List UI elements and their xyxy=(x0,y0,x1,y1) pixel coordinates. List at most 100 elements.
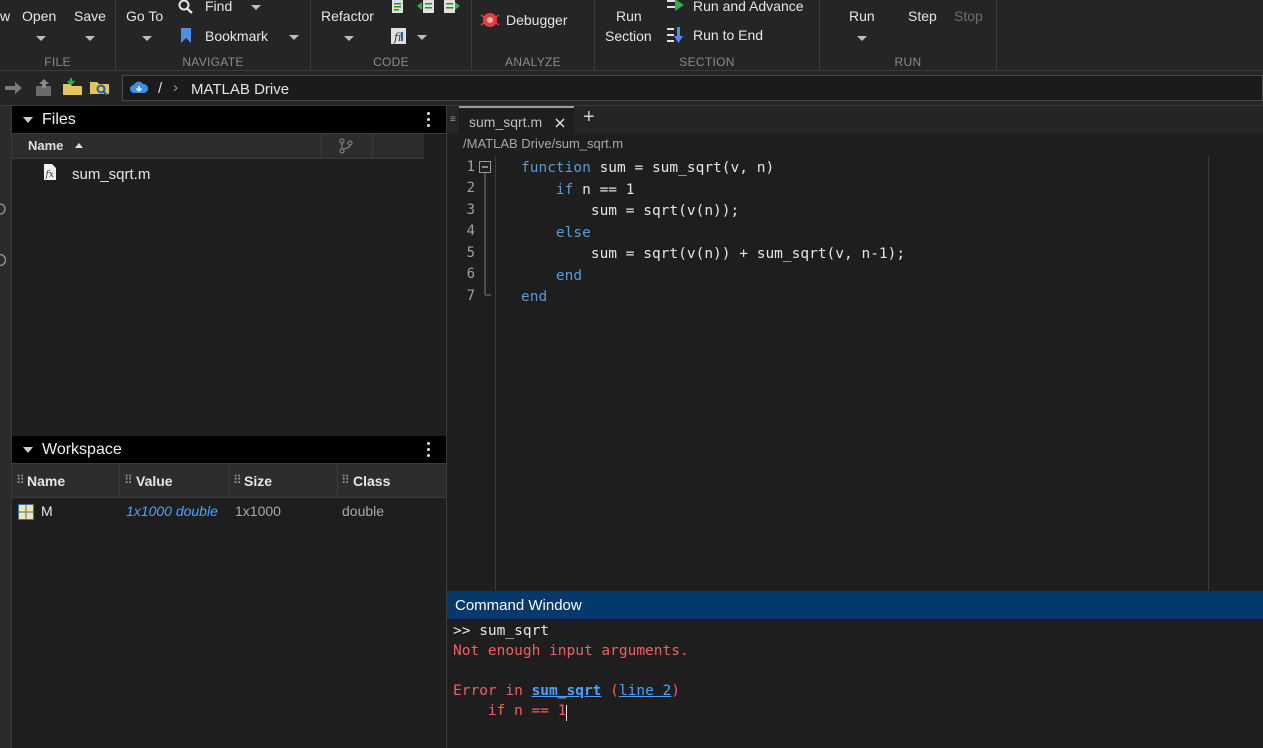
code-text: sum = sqrt(v(n)); xyxy=(590,203,740,219)
right-margin-line xyxy=(1208,156,1209,590)
code-keyword: function xyxy=(521,160,591,176)
add-tab-button[interactable]: + xyxy=(583,106,595,129)
indent-icon[interactable] xyxy=(417,0,435,14)
files-panel-header: Files xyxy=(12,106,446,134)
files-column-header: Name xyxy=(12,134,424,159)
line-number: 1 xyxy=(466,159,475,175)
workspace-panel: Workspace ⠿ Name ⠿ Value ⠿ Size ⠿ Class … xyxy=(12,436,447,748)
error-paren-close: ) xyxy=(671,683,681,699)
collapse-workspace-icon[interactable] xyxy=(23,447,33,453)
collapse-files-icon[interactable] xyxy=(23,117,33,123)
line-number: 7 xyxy=(466,288,475,304)
ws-var-class: double xyxy=(342,503,385,519)
collapsed-sidebar[interactable] xyxy=(0,106,12,748)
file-list-item[interactable]: fx sum_sqrt.m xyxy=(12,162,424,188)
goto-dropdown-icon[interactable] xyxy=(142,36,152,41)
sidebar-help-icon[interactable] xyxy=(0,252,6,268)
stop-button[interactable]: Stop xyxy=(954,8,983,24)
save-dropdown-icon[interactable] xyxy=(85,36,95,41)
close-icon[interactable] xyxy=(555,118,565,128)
path-root-separator[interactable]: / xyxy=(158,80,162,97)
folder-search-icon[interactable] xyxy=(89,78,111,96)
code-lines: function sum = sum_sqrt(v, n) if n == 1 … xyxy=(521,158,905,309)
ws-column-size[interactable]: Size xyxy=(244,473,272,489)
analyze-group-label: ANALYZE xyxy=(505,55,561,69)
error-function-link[interactable]: sum_sqrt xyxy=(532,683,602,699)
drag-handle-icon[interactable]: ⠿ xyxy=(16,473,25,487)
run-group-label: RUN xyxy=(894,55,922,69)
code-line: end xyxy=(521,266,905,288)
column-divider xyxy=(321,134,322,158)
refactor-dropdown-icon[interactable] xyxy=(344,36,354,41)
ws-var-value-link[interactable]: 1x1000 double xyxy=(126,503,218,519)
files-name-column[interactable]: Name xyxy=(28,138,63,153)
ws-var-size: 1x1000 xyxy=(235,503,281,519)
save-button[interactable]: Save xyxy=(74,8,106,24)
ws-column-class[interactable]: Class xyxy=(353,473,390,489)
navigate-group-label: NAVIGATE xyxy=(182,55,244,69)
run-and-advance-button[interactable]: Run and Advance xyxy=(693,0,804,14)
error-line-link[interactable]: line 2 xyxy=(619,683,671,699)
line-number: 4 xyxy=(466,223,475,239)
drag-handle-icon[interactable]: ⠿ xyxy=(341,473,350,487)
code-keyword: end xyxy=(555,267,583,284)
new-button[interactable]: w xyxy=(0,8,10,24)
files-panel-title: Files xyxy=(42,111,76,128)
tab-label: sum_sqrt.m xyxy=(469,114,543,130)
ws-var-name: M xyxy=(41,503,53,519)
tab-sum-sqrt[interactable]: sum_sqrt.m xyxy=(459,106,574,135)
code-tools-dropdown-icon[interactable] xyxy=(417,35,427,40)
debugger-button[interactable]: Debugger xyxy=(506,12,568,28)
ws-column-name[interactable]: Name xyxy=(27,473,65,489)
matrix-variable-icon xyxy=(18,504,34,520)
forward-arrow-icon[interactable] xyxy=(5,82,23,94)
open-button[interactable]: Open xyxy=(22,8,56,24)
drag-handle-icon[interactable]: ⠿ xyxy=(124,473,133,487)
run-section-label-1[interactable]: Run xyxy=(616,8,642,24)
find-dropdown-icon[interactable] xyxy=(251,5,261,10)
run-dropdown-icon[interactable] xyxy=(857,36,867,41)
find-button[interactable]: Find xyxy=(205,0,232,14)
command-window[interactable]: >> sum_sqrt Not enough input arguments. … xyxy=(447,619,1263,748)
run-section-button[interactable]: Section xyxy=(605,28,652,44)
sidebar-circle-icon[interactable] xyxy=(0,202,6,216)
code-editor[interactable]: /MATLAB Drive/sum_sqrt.m 1 2 3 4 5 6 7 f… xyxy=(447,134,1263,590)
workspace-menu-icon[interactable] xyxy=(427,442,430,460)
goto-button[interactable]: Go To xyxy=(126,8,163,24)
toolstrip: w Open Save FILE Go To Find Bookmark NAV… xyxy=(0,0,1263,71)
smart-indent-icon[interactable] xyxy=(443,0,461,14)
step-button[interactable]: Step xyxy=(908,8,937,24)
cloud-drive-icon xyxy=(130,81,149,93)
bookmark-button[interactable]: Bookmark xyxy=(205,28,268,44)
path-segment-matlab-drive[interactable]: MATLAB Drive xyxy=(191,81,289,98)
table-row[interactable]: M 1x1000 double 1x1000 double xyxy=(12,500,446,524)
refactor-button[interactable]: Refactor xyxy=(321,8,374,24)
file-group: w Open Save FILE xyxy=(0,0,116,70)
address-field[interactable]: / › MATLAB Drive xyxy=(122,75,1263,101)
sort-ascending-icon[interactable] xyxy=(75,143,83,148)
open-dropdown-icon[interactable] xyxy=(36,36,46,41)
code-keyword: else xyxy=(555,224,591,241)
run-button[interactable]: Run xyxy=(849,8,875,24)
code-line: function sum = sum_sqrt(v, n) xyxy=(521,158,905,180)
browse-folder-icon[interactable] xyxy=(62,78,84,96)
up-folder-icon[interactable] xyxy=(35,79,53,97)
column-divider xyxy=(119,464,120,497)
function-hint-icon[interactable]: fi xyxy=(390,27,408,45)
svg-text:fx: fx xyxy=(45,170,54,180)
chevron-right-icon[interactable]: › xyxy=(173,79,178,96)
files-menu-icon[interactable] xyxy=(427,112,430,130)
column-divider xyxy=(372,134,373,158)
run-to-end-button[interactable]: Run to End xyxy=(693,27,763,43)
fold-marker-icon[interactable] xyxy=(479,161,493,297)
comment-icon[interactable] xyxy=(391,0,405,14)
ws-column-value[interactable]: Value xyxy=(136,473,173,489)
drag-handle-icon[interactable]: ⠿ xyxy=(233,473,242,487)
code-line: else xyxy=(521,223,905,245)
bookmark-dropdown-icon[interactable] xyxy=(289,35,299,40)
file-group-label: FILE xyxy=(44,55,71,69)
editor-tab-bar: ≡ sum_sqrt.m + xyxy=(447,106,1263,135)
tab-menu-icon[interactable]: ≡ xyxy=(450,114,456,125)
analyze-group: Debugger ANALYZE xyxy=(472,0,595,70)
error-location: Error in sum_sqrt (line 2) xyxy=(453,683,680,699)
